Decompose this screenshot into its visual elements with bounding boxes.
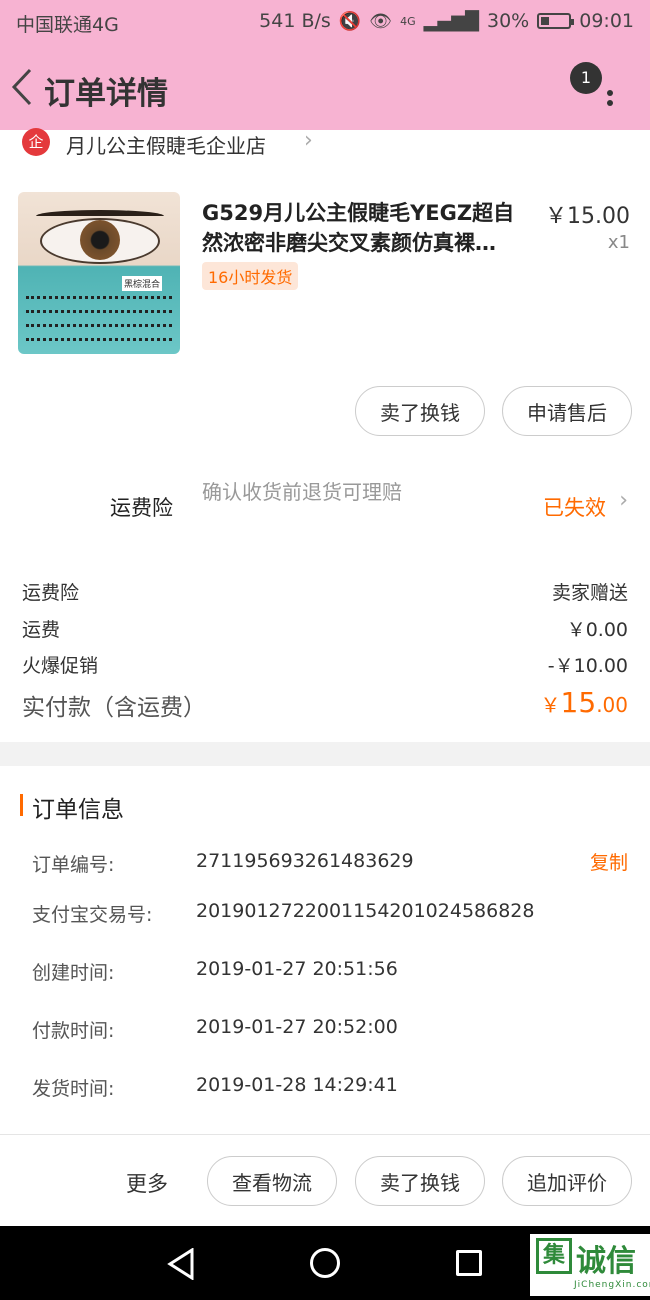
shipping-tag: 16小时发货: [202, 262, 299, 290]
more-dot: [607, 100, 613, 106]
system-nav-bar: 集 诚信 JiChengXin.com: [0, 1226, 650, 1300]
freight-insurance-desc: 确认收货前退货可理赔: [202, 480, 402, 504]
divider: [0, 1134, 650, 1135]
header: 订单详情 1: [0, 60, 650, 120]
info-key: 付款时间:: [32, 1020, 115, 1042]
more-menu-button[interactable]: 1: [570, 62, 620, 112]
watermark-url: JiChengXin.com: [574, 1280, 650, 1290]
add-review-button[interactable]: 追加评价: [502, 1156, 632, 1206]
paid-integer: 15: [560, 686, 597, 719]
watermark-text: 诚信: [576, 1244, 636, 1279]
shipped-time: 2019-01-28 14:29:41: [196, 1074, 398, 1096]
lash-strip: [26, 324, 172, 334]
product-price: ￥15.00: [545, 204, 630, 229]
cost-row: 运费 ￥0.00: [22, 615, 628, 642]
chevron-left-icon: [11, 68, 32, 106]
lash-strip: [26, 310, 172, 320]
nav-back-button[interactable]: [166, 1247, 196, 1284]
info-key: 发货时间:: [32, 1078, 115, 1100]
signal-icon: ▂▄▆█: [423, 10, 479, 32]
cost-value: ￥0.00: [566, 619, 628, 641]
paid-label: 实付款（含运费）: [22, 695, 206, 721]
section-gap: [0, 742, 650, 766]
top-bar: 中国联通4G 541 B/s 🔇 👁 4G ▂▄▆█ 30% 09:01 订单详…: [0, 0, 650, 130]
cost-label: 运费险: [22, 582, 80, 604]
triangle-back-icon: [167, 1247, 194, 1281]
notification-badge: 1: [570, 62, 602, 94]
carrier-label: 中国联通4G: [16, 14, 119, 36]
nav-recents-button[interactable]: [456, 1250, 482, 1276]
cost-value: 卖家赠送: [551, 582, 628, 604]
product-thumbnail: 黑棕混合: [18, 192, 180, 354]
cost-row: 火爆促销 -￥10.00: [22, 651, 628, 678]
cost-label: 运费: [22, 619, 61, 641]
back-button[interactable]: [10, 66, 36, 108]
net-speed: 541 B/s: [259, 10, 331, 32]
copy-button[interactable]: 复制: [590, 848, 628, 875]
after-sale-button[interactable]: 申请售后: [502, 386, 632, 436]
product-item[interactable]: 黑棕混合 G529月儿公主假睫毛YEGZ超自然浓密非磨尖交叉素颜仿真裸… 16小…: [0, 188, 650, 358]
clock: 09:01: [579, 10, 634, 32]
more-dots-icon: [607, 90, 613, 96]
mute-icon: 🔇: [338, 10, 362, 32]
section-accent-bar: [20, 794, 23, 816]
chevron-right-icon: ›: [304, 128, 313, 153]
shop-row[interactable]: 企 月儿公主假睫毛企业店 ›: [0, 124, 650, 164]
info-key: 订单编号:: [32, 854, 115, 876]
battery-icon: [537, 13, 575, 29]
cost-value: -￥10.00: [547, 655, 628, 677]
sell-button[interactable]: 卖了换钱: [355, 386, 485, 436]
paid-time: 2019-01-27 20:52:00: [196, 1016, 398, 1038]
view-logistics-button[interactable]: 查看物流: [207, 1156, 337, 1206]
shop-name: 月儿公主假睫毛企业店: [66, 134, 266, 158]
thumbnail-label: 黑棕混合: [122, 276, 163, 291]
alipay-trade-number: 2019012722001154201024586828: [196, 900, 535, 922]
product-name: G529月儿公主假睫毛YEGZ超自然浓密非磨尖交叉素颜仿真裸…: [202, 201, 515, 255]
paid-decimal: .00: [596, 693, 628, 717]
sell-button-bottom[interactable]: 卖了换钱: [355, 1156, 485, 1206]
order-info-title: 订单信息: [32, 797, 124, 823]
battery-percent: 30%: [487, 10, 530, 32]
info-key: 支付宝交易号:: [32, 904, 153, 926]
more-button[interactable]: 更多: [126, 1168, 168, 1198]
paid-amount: ￥15.00: [541, 686, 628, 719]
watermark-box: 集: [536, 1238, 572, 1274]
paid-currency: ￥: [540, 693, 561, 717]
chevron-right-icon[interactable]: ›: [619, 488, 628, 513]
freight-insurance-status[interactable]: 已失效: [543, 492, 606, 522]
cost-label: 火爆促销: [22, 655, 99, 677]
iris-graphic: [80, 220, 120, 260]
status-bar: 中国联通4G 541 B/s 🔇 👁 4G ▂▄▆█ 30% 09:01: [0, 0, 650, 44]
lash-strip: [26, 338, 172, 348]
status-right: 541 B/s 🔇 👁 4G ▂▄▆█ 30% 09:01: [259, 10, 634, 32]
page-title: 订单详情: [44, 76, 168, 112]
created-time: 2019-01-27 20:51:56: [196, 958, 398, 980]
lash-strip: [26, 296, 172, 306]
enterprise-shop-icon: 企: [22, 128, 50, 156]
eye-icon: 👁: [369, 10, 393, 32]
order-number: 271195693261483629: [196, 850, 414, 872]
nav-home-button[interactable]: [310, 1248, 340, 1278]
cost-row: 运费险 卖家赠送: [22, 578, 628, 605]
watermark-logo: 集 诚信 JiChengXin.com: [530, 1234, 650, 1296]
product-quantity: x1: [607, 232, 630, 253]
freight-insurance-label: 运费险: [110, 496, 173, 520]
info-key: 创建时间:: [32, 962, 115, 984]
network-type: 4G: [400, 14, 416, 28]
